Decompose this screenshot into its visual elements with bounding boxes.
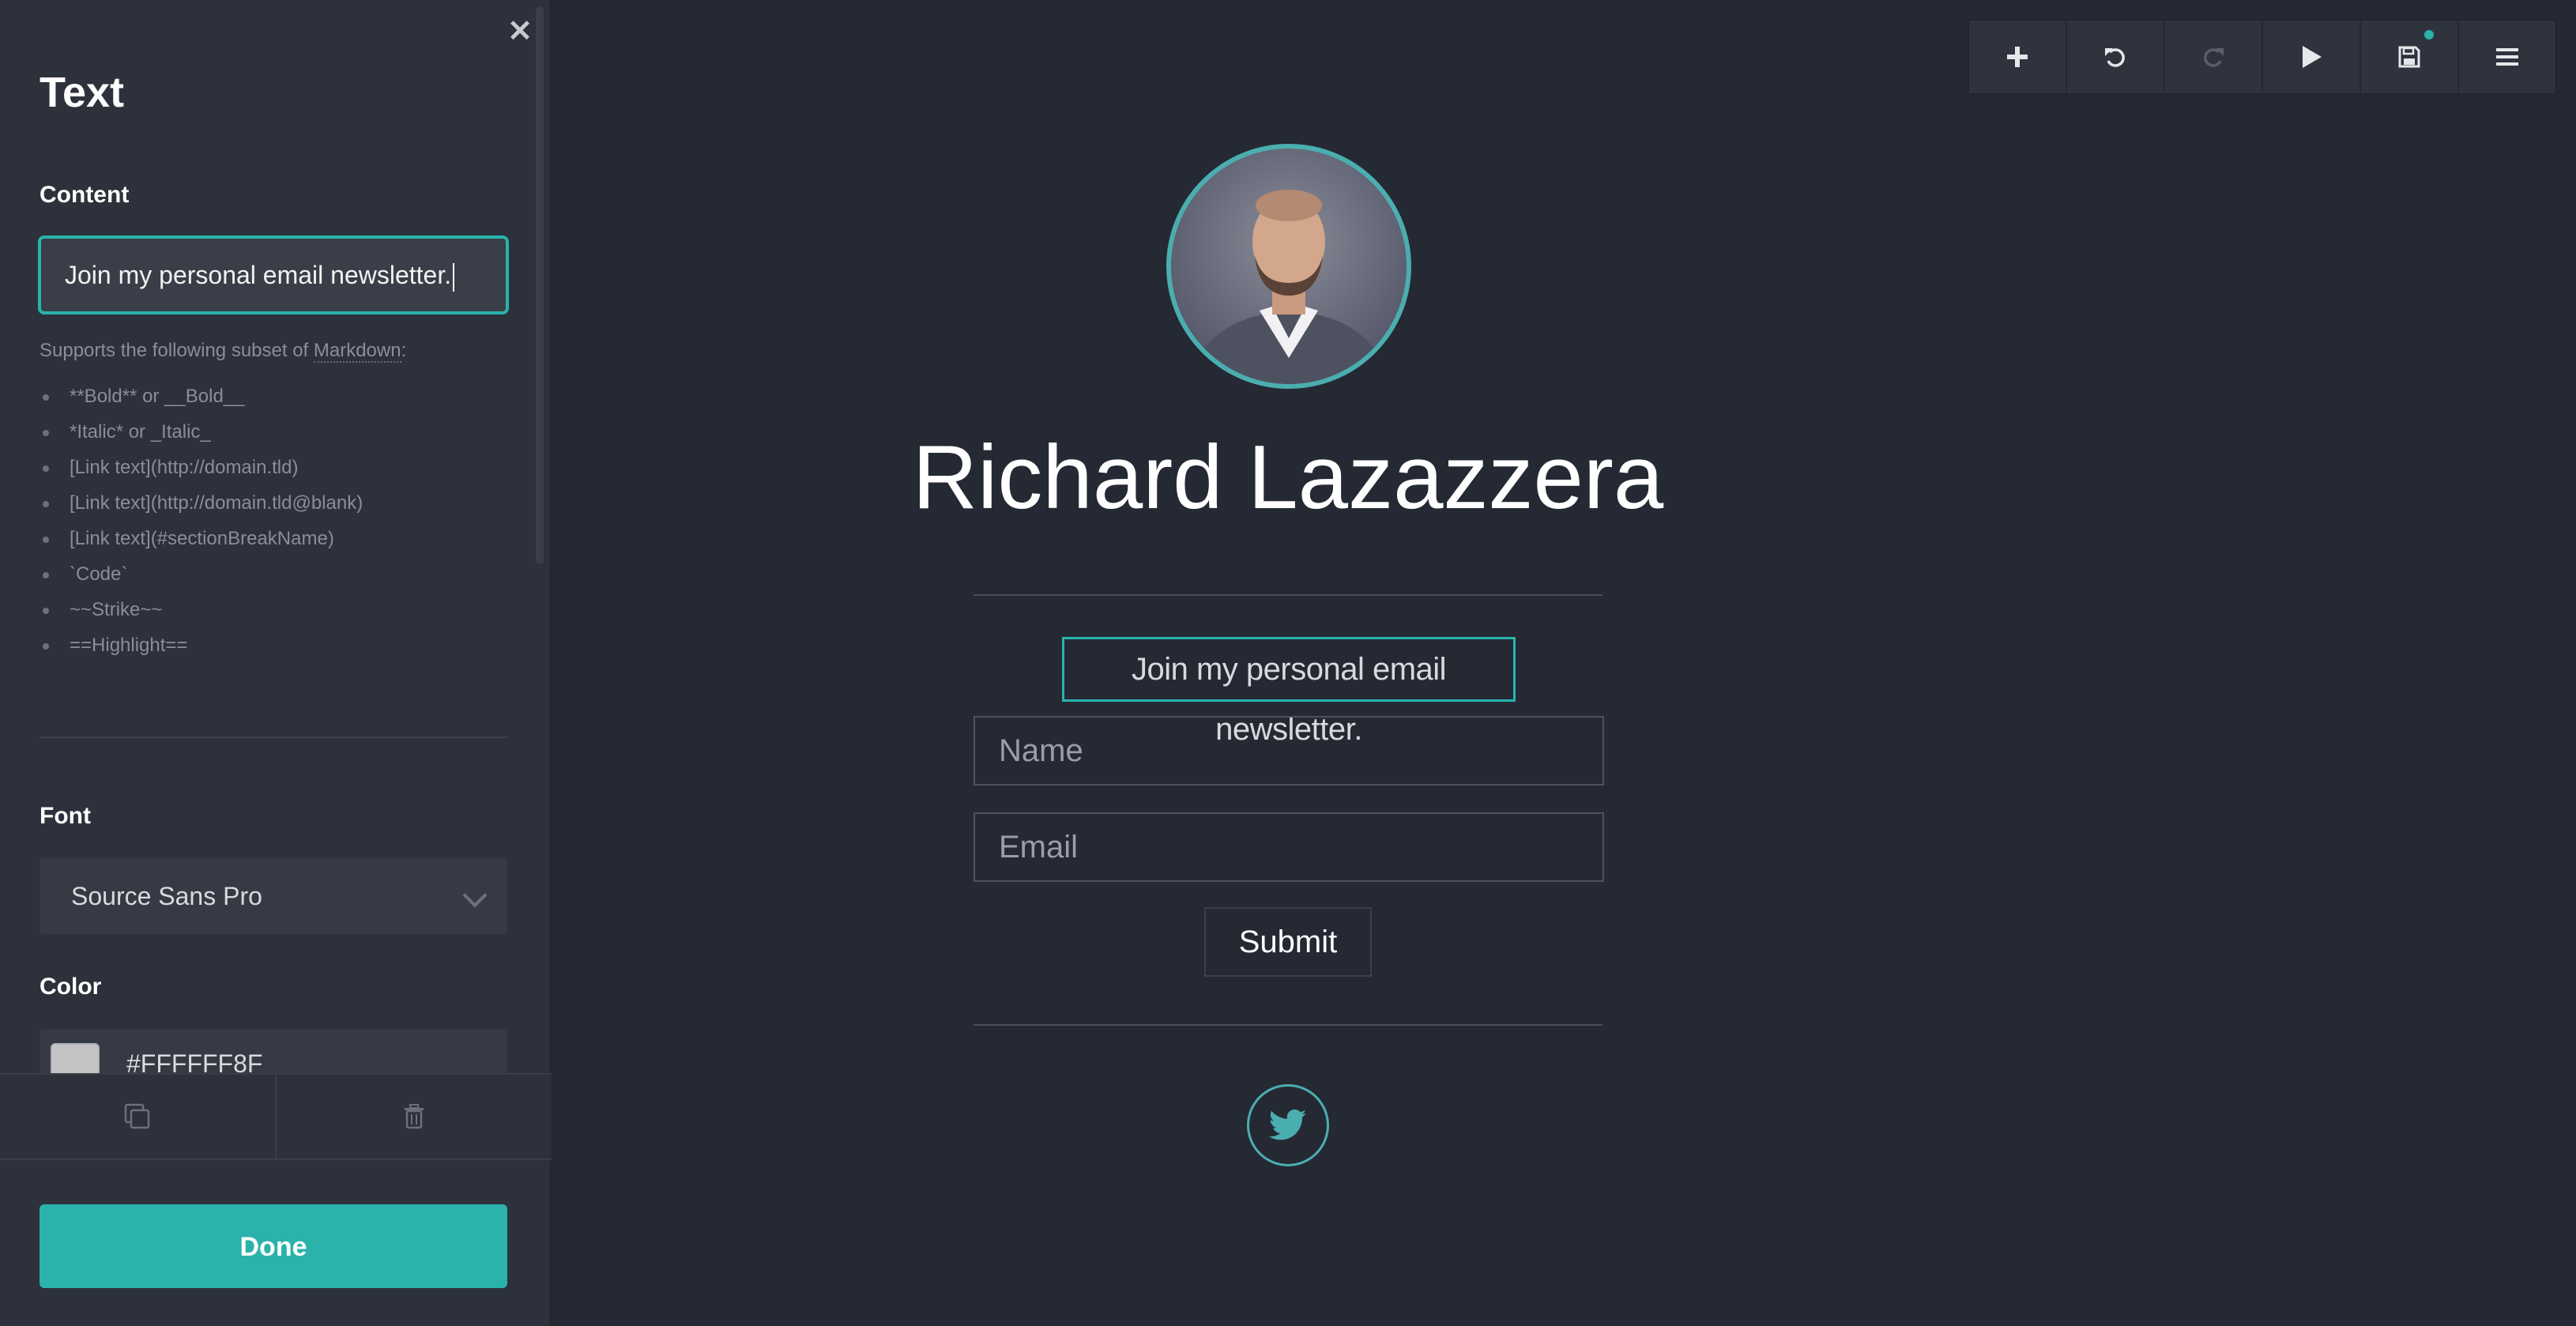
panel-scroll-area: ✕ Text Content Join my personal email ne… [0, 0, 552, 1073]
markdown-note-prefix: Supports the following subset of [40, 340, 314, 361]
name-field[interactable]: Name [974, 716, 1604, 785]
list-item: *Italic* or _Italic_ [40, 418, 363, 454]
color-swatch[interactable] [51, 1043, 100, 1073]
markdown-syntax-list: **Bold** or __Bold__ *Italic* or _Italic… [40, 382, 363, 667]
section-divider [974, 594, 1602, 596]
close-icon[interactable]: ✕ [506, 17, 534, 47]
menu-icon [2496, 48, 2518, 66]
list-item: [Link text](http://domain.tld) [40, 454, 363, 489]
markdown-link[interactable]: Markdown [313, 340, 401, 363]
text-caret [453, 262, 455, 292]
element-actions [0, 1073, 552, 1160]
list-item: [Link text](http://domain.tld@blank) [40, 489, 363, 525]
newsletter-text[interactable]: Join my personal email newsletter. [1062, 637, 1516, 747]
twitter-icon [1269, 1109, 1307, 1140]
markdown-note-suffix: : [401, 340, 407, 361]
avatar-image [1171, 149, 1407, 384]
font-select[interactable]: Source Sans Pro [40, 858, 507, 934]
play-icon [2303, 46, 2322, 68]
scrollbar[interactable] [536, 6, 544, 564]
panel-title: Text [40, 69, 125, 116]
content-label: Content [40, 182, 130, 208]
font-select-value: Source Sans Pro [71, 882, 262, 910]
color-label: Color [40, 974, 102, 1000]
list-item: ==Highlight== [40, 631, 363, 667]
profile-name[interactable]: Richard Lazazzera [893, 427, 1683, 529]
done-button[interactable]: Done [40, 1204, 507, 1288]
content-input-value: Join my personal email newsletter. [65, 261, 452, 289]
content-input[interactable]: Join my personal email newsletter. [38, 235, 509, 315]
section-divider [974, 1024, 1602, 1026]
email-field[interactable]: Email [974, 812, 1604, 882]
add-button[interactable] [1969, 21, 2067, 93]
undo-icon [2105, 48, 2125, 67]
avatar[interactable] [1166, 144, 1411, 389]
twitter-button[interactable] [1247, 1084, 1329, 1166]
redo-button[interactable] [2165, 21, 2263, 93]
edit-panel: ✕ Text Content Join my personal email ne… [0, 0, 552, 1326]
delete-button[interactable] [277, 1075, 552, 1158]
submit-button[interactable]: Submit [1204, 907, 1372, 977]
list-item: `Code` [40, 560, 363, 596]
undo-button[interactable] [2067, 21, 2165, 93]
trash-icon [405, 1104, 424, 1129]
editor-toolbar [1968, 19, 2557, 95]
list-item: **Bold** or __Bold__ [40, 382, 363, 418]
redo-icon [2204, 48, 2224, 67]
add-icon [2007, 47, 2028, 67]
font-label: Font [40, 803, 91, 829]
save-button[interactable] [2361, 21, 2459, 93]
list-item: [Link text](#sectionBreakName) [40, 525, 363, 560]
preview-button[interactable] [2263, 21, 2361, 93]
markdown-note: Supports the following subset of Markdow… [40, 340, 407, 363]
duplicate-icon [124, 1103, 150, 1129]
unsaved-indicator [2424, 30, 2434, 40]
save-icon [2398, 46, 2420, 68]
color-value: #FFFFFF8F [126, 1049, 263, 1073]
duplicate-button[interactable] [0, 1075, 277, 1158]
color-field[interactable]: #FFFFFF8F [40, 1029, 507, 1073]
chevron-down-icon [462, 883, 488, 908]
menu-button[interactable] [2459, 21, 2555, 93]
section-divider [40, 736, 507, 738]
list-item: ~~Strike~~ [40, 596, 363, 631]
